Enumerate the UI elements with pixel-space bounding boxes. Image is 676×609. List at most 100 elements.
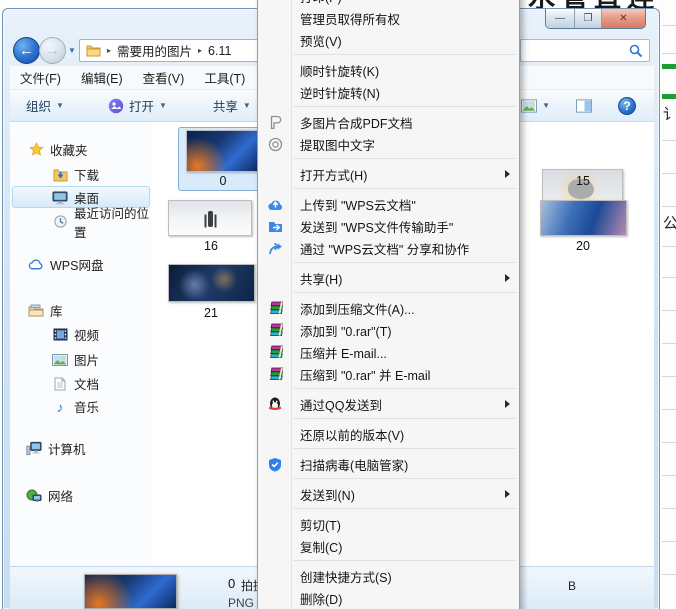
file-thumbnail-16[interactable] (168, 200, 252, 236)
menu-view[interactable]: 查看(V) (133, 68, 195, 87)
menu-item-restore-previous-versions[interactable]: 还原以前的版本(V) (258, 423, 519, 445)
doc-row-line (662, 409, 676, 410)
menu-item-extract-text[interactable]: 提取图中文字 (258, 133, 519, 155)
menu-item-share-with[interactable]: 共享(H) (258, 267, 519, 289)
sidebar-section-label: WPS网盘 (50, 259, 104, 273)
file-thumbnail-21[interactable] (168, 264, 255, 302)
sidebar-section-libraries[interactable]: 库 (28, 300, 63, 321)
menu-item-compress-email[interactable]: 压缩并 E-mail... (258, 341, 519, 363)
menu-item-label: 删除(D) (300, 592, 343, 607)
menu-item-label: 剪切(T) (300, 518, 341, 533)
menu-item-copy[interactable]: 复制(C) (258, 535, 519, 557)
sidebar-section-wps-drive[interactable]: WPS网盘 (28, 254, 103, 275)
menu-item-add-to-named-archive[interactable]: 添加到 "0.rar"(T) (258, 319, 519, 341)
menu-item-label: 多图片合成PDF文档 (300, 116, 413, 131)
thumbnails-view-icon (521, 98, 538, 114)
folder-icon (85, 43, 101, 59)
sidebar-section-favorites[interactable]: 收藏夹 (28, 139, 88, 160)
desktop-icon (52, 190, 68, 206)
menu-item-label: 发送到(N) (300, 488, 355, 503)
winrar-icon (266, 343, 284, 361)
menu-item-scan-virus[interactable]: 扫描病毒(电脑管家) (258, 453, 519, 475)
search-input[interactable] (520, 39, 650, 62)
menu-item-rotate-counterclockwise[interactable]: 逆时针旋转(N) (258, 81, 519, 103)
menu-item-combine-pdf[interactable]: 多图片合成PDF文档 (258, 111, 519, 133)
sidebar-item-label: 音乐 (74, 401, 100, 415)
sidebar-item-music[interactable]: ♪ 音乐 (52, 396, 100, 417)
sidebar-item-documents[interactable]: 文档 (52, 373, 99, 394)
doc-row-line (662, 246, 676, 247)
menu-item-compress-named-email[interactable]: 压缩到 "0.rar" 并 E-mail (258, 363, 519, 385)
details-right-partial: B (568, 579, 577, 593)
menu-item-label: 发送到 "WPS文件传输助手" (300, 220, 454, 235)
menu-file[interactable]: 文件(F) (10, 68, 71, 87)
details-file-name: 0 (228, 576, 236, 591)
winrar-icon (266, 365, 284, 383)
doc-row-line (662, 140, 676, 141)
sidebar-item-recent-places[interactable]: 最近访问的位置 (52, 207, 152, 240)
menu-item-label: 添加到 "0.rar"(T) (300, 324, 392, 339)
sidebar-section-network[interactable]: 网络 (26, 485, 73, 506)
menu-tools[interactable]: 工具(T) (194, 68, 255, 87)
menu-item-cut[interactable]: 剪切(T) (258, 513, 519, 535)
menu-item-delete[interactable]: 删除(D) (258, 587, 519, 609)
menu-item-take-ownership[interactable]: 管理员取得所有权 (258, 7, 519, 29)
menu-item-label: 通过QQ发送到 (300, 398, 382, 413)
forward-button[interactable]: → (39, 37, 66, 64)
file-thumbnail-0[interactable] (186, 130, 258, 172)
sidebar-item-downloads[interactable]: 下载 (52, 164, 99, 185)
file-label[interactable]: 15 (538, 174, 628, 188)
menu-item-preview[interactable]: 预览(V) (258, 29, 519, 51)
open-button[interactable]: 打开 ▼ (100, 94, 175, 118)
doc-green-accent (662, 94, 676, 99)
doc-row-line (662, 173, 676, 174)
background-document-edge: 讠 公 (662, 0, 676, 609)
menu-separator (294, 388, 516, 389)
menu-item-open-with[interactable]: 打开方式(H) (258, 163, 519, 185)
cloud-upload-icon (266, 195, 284, 213)
file-label[interactable]: 0 (178, 174, 268, 188)
share-button[interactable]: 共享 ▼ (205, 94, 259, 118)
ocr-icon (266, 135, 284, 153)
sidebar-item-pictures[interactable]: 图片 (52, 349, 99, 370)
menu-item-send-to[interactable]: 发送到(N) (258, 483, 519, 505)
menu-item-share-wps-cloud[interactable]: 通过 "WPS云文档" 分享和协作 (258, 237, 519, 259)
menu-separator (294, 508, 516, 509)
menu-item-create-shortcut[interactable]: 创建快捷方式(S) (258, 565, 519, 587)
close-button[interactable]: ✕ (602, 9, 645, 28)
computer-icon (26, 441, 42, 457)
organize-button[interactable]: 组织 ▼ (18, 94, 72, 118)
organize-label: 组织 (26, 100, 52, 114)
file-label[interactable]: 21 (166, 306, 256, 320)
menu-item-send-wps-transfer[interactable]: 发送到 "WPS文件传输助手" (258, 215, 519, 237)
menu-item-send-via-qq[interactable]: 通过QQ发送到 (258, 393, 519, 415)
breadcrumb-subfolder[interactable]: 6.11 (208, 44, 231, 58)
help-icon: ? (618, 96, 636, 115)
menu-item-add-to-archive[interactable]: 添加到压缩文件(A)... (258, 297, 519, 319)
maximize-button[interactable]: ❐ (575, 9, 602, 28)
file-label[interactable]: 20 (538, 239, 628, 253)
chevron-down-icon: ▼ (158, 101, 167, 110)
recent-pages-dropdown[interactable]: ▼ (68, 46, 76, 55)
help-button[interactable]: ? (610, 94, 644, 118)
breadcrumb-folder[interactable]: 需要用的图片 (117, 41, 192, 60)
details-thumbnail (84, 574, 177, 609)
download-folder-icon (52, 167, 68, 183)
menu-item-rotate-clockwise[interactable]: 顺时针旋转(K) (258, 59, 519, 81)
send-file-icon (266, 217, 284, 235)
menu-item-print[interactable]: 打印(P) (258, 0, 519, 7)
file-label[interactable]: 16 (166, 239, 256, 253)
doc-partial-char: 讠 (663, 106, 676, 123)
winrar-icon (266, 321, 284, 339)
menu-separator (294, 478, 516, 479)
doc-row-line (662, 25, 676, 26)
menu-item-label: 压缩到 "0.rar" 并 E-mail (300, 368, 431, 383)
sidebar-item-videos[interactable]: 视频 (52, 324, 99, 345)
menu-edit[interactable]: 编辑(E) (71, 68, 133, 87)
minimize-button[interactable]: — (546, 9, 575, 28)
menu-item-upload-wps-cloud[interactable]: 上传到 "WPS云文档" (258, 193, 519, 215)
back-button[interactable]: ← (13, 37, 40, 64)
sidebar-section-computer[interactable]: 计算机 (26, 438, 86, 459)
preview-pane-button[interactable] (568, 94, 600, 118)
file-thumbnail-20[interactable] (540, 200, 627, 236)
